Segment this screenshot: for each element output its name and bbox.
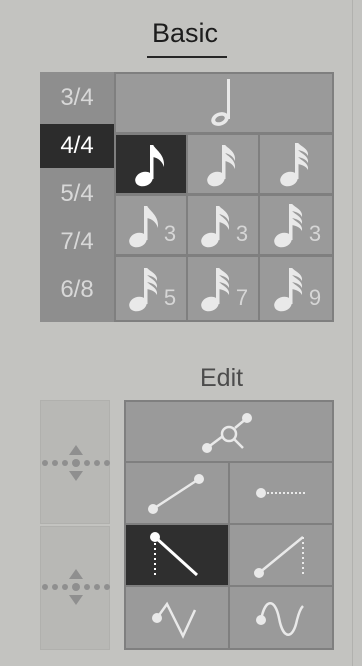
ramp-up-icon: [254, 536, 304, 578]
tool-triangle-wave-button[interactable]: [126, 587, 228, 648]
edit-sliders: [40, 400, 110, 650]
note-thirty-second-triplet-button[interactable]: 3: [260, 196, 332, 254]
sine-wave-icon: [256, 601, 304, 636]
tuplet-label: 3: [163, 221, 177, 246]
tool-sine-wave-button[interactable]: [230, 587, 332, 648]
edit-title: Edit: [200, 364, 244, 392]
tuplet-label: 9: [308, 284, 322, 310]
move-handle-icon: [42, 445, 110, 481]
tool-node-zoom-button[interactable]: [126, 402, 332, 461]
note-sixteenth-triplet-button[interactable]: 3: [188, 196, 258, 254]
triangle-wave-icon: [152, 601, 197, 639]
vertical-slider-top[interactable]: [40, 400, 110, 524]
time-signature-5-4[interactable]: 5/4: [40, 172, 114, 216]
node-zoom-icon: [202, 412, 252, 453]
half-note-icon: [211, 79, 230, 126]
tuplet-label: 3: [308, 221, 322, 246]
sixteenth-triplet-icon: [201, 206, 229, 248]
basic-grid: 3/4 4/4 5/4 7/4 6/8 3 3 3 5 7 9: [40, 72, 334, 322]
tuplet-label: 5: [163, 284, 177, 310]
resolution-panel: Basic 3/4 4/4 5/4 7/4 6/8 3 3 3 5 7 9 Ed…: [0, 0, 353, 666]
eighth-note-icon: [135, 145, 165, 187]
sixteenth-note-icon: [207, 145, 236, 187]
basic-title-underline: [147, 56, 227, 58]
tuplet-label: 7: [235, 284, 249, 310]
line-ramp-icon: [148, 474, 204, 514]
note-thirty-second-button[interactable]: [260, 135, 332, 193]
thirty-second-note-icon: [280, 143, 309, 187]
move-handle-icon: [42, 569, 110, 605]
note-eighth-triplet-button[interactable]: 3: [116, 196, 186, 254]
sixteenth-septuplet-icon: [201, 267, 229, 311]
vertical-slider-bottom[interactable]: [40, 526, 110, 650]
sixteenth-quintuplet-icon: [129, 267, 157, 311]
note-sixteenth-septuplet-button[interactable]: 7: [188, 257, 258, 320]
note-sixteenth-button[interactable]: [188, 135, 258, 193]
note-sixteenth-quintuplet-button[interactable]: 5: [116, 257, 186, 320]
tool-ramp-down-button[interactable]: [126, 525, 228, 585]
note-thirty-second-nonuplet-button[interactable]: 9: [260, 257, 332, 320]
time-signature-6-8[interactable]: 6/8: [40, 268, 114, 312]
thirty-second-triplet-icon: [274, 204, 302, 248]
tuplet-label: 3: [235, 221, 249, 246]
time-signature-3-4[interactable]: 3/4: [40, 76, 114, 120]
note-half-button[interactable]: [116, 74, 332, 132]
time-signature-4-4[interactable]: 4/4: [40, 124, 114, 168]
edit-tool-grid: [124, 400, 334, 650]
dotted-line-icon: [256, 488, 307, 498]
tool-ramp-up-button[interactable]: [230, 525, 332, 585]
eighth-triplet-icon: [129, 206, 158, 248]
ramp-down-icon: [150, 532, 199, 577]
time-signature-column: 3/4 4/4 5/4 7/4 6/8: [40, 72, 114, 322]
time-signature-7-4[interactable]: 7/4: [40, 220, 114, 264]
basic-title: Basic: [151, 18, 219, 48]
tool-dotted-line-button[interactable]: [230, 463, 332, 523]
tool-line-ramp-button[interactable]: [126, 463, 228, 523]
thirty-second-nonuplet-icon: [274, 267, 302, 311]
note-eighth-button[interactable]: [116, 135, 186, 193]
